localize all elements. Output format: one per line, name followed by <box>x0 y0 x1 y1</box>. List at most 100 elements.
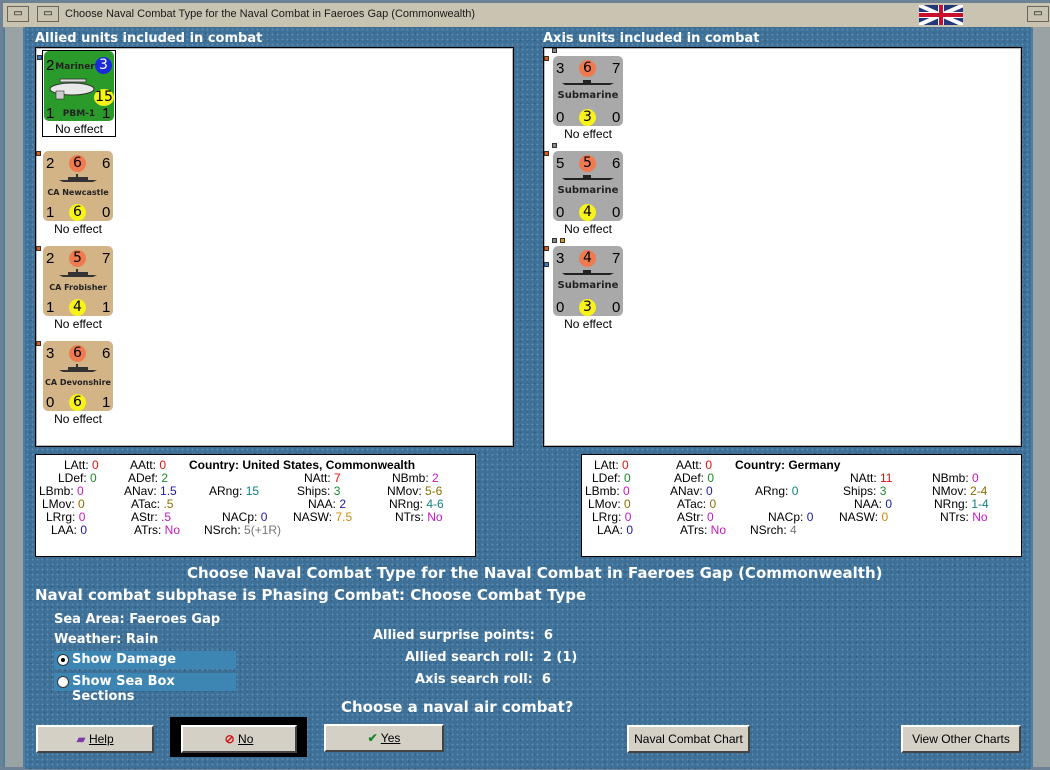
counter-value: 3 <box>556 60 565 77</box>
axis-unit-submarine[interactable]: 3 6 7 Submarine 0 3 0 No effect <box>544 48 624 141</box>
country-label: Country: <box>735 458 785 472</box>
radio-selected-icon[interactable] <box>57 654 69 666</box>
allied-search-label: Allied search roll: <box>405 650 534 665</box>
allied-unit-ca-frobisher[interactable]: 2 5 7 CA Frobisher 1 4 1 No effect <box>36 246 114 331</box>
stat-value: 0 <box>260 510 268 524</box>
counter-name: Submarine <box>557 185 619 196</box>
close-button[interactable]: ▭ <box>1027 6 1049 22</box>
counter-circle: 6 <box>69 345 86 362</box>
counter-value: 5 <box>556 155 565 172</box>
window-title: Choose Naval Combat Type for the Naval C… <box>65 8 476 20</box>
counter-value: 0 <box>612 299 621 316</box>
show-sea-box-option[interactable]: Show Sea Box Sections <box>54 673 236 704</box>
weather-label: Weather: <box>54 632 122 647</box>
counter-name: Submarine <box>557 90 619 101</box>
counter-value: 3 <box>556 250 565 267</box>
unit-marker-icon <box>560 238 565 243</box>
axis-unit-submarine[interactable]: 5 5 6 Submarine 0 4 0 No effect <box>544 143 624 236</box>
combat-subphase: Naval combat subphase is Phasing Combat:… <box>35 586 587 604</box>
allied-unit-mariner[interactable]: 2 Mariner 3 15 1 PBM-1 1 No effect <box>37 50 116 137</box>
stat-value: 0 <box>806 510 814 524</box>
unit-marker-icon <box>552 48 557 53</box>
stat-value: 0 <box>77 484 84 498</box>
counter-value: 0 <box>46 394 55 411</box>
counter-value: 6 <box>612 155 621 172</box>
submarine-icon <box>562 175 614 180</box>
country-label: Country: <box>189 458 239 472</box>
stat-value: 0 <box>80 523 88 537</box>
stat-value: 0 <box>626 523 634 537</box>
counter-value: 7 <box>102 250 111 267</box>
counter-value: 0 <box>556 109 565 126</box>
stat-value: 0 <box>791 484 799 498</box>
counter-value: 3 <box>46 345 55 362</box>
unit-marker-icon <box>544 151 549 156</box>
counter-circle: 6 <box>69 155 86 172</box>
view-other-charts-button[interactable]: View Other Charts <box>901 725 1021 753</box>
unit-marker-icon <box>37 55 42 60</box>
unit-effect: No effect <box>54 222 102 236</box>
weather: Weather: Rain <box>54 632 158 647</box>
counter-value: 7 <box>612 60 621 77</box>
unit-marker-icon <box>552 143 557 148</box>
counter-circle: 4 <box>579 250 596 267</box>
counter-value: 0 <box>612 109 621 126</box>
stat-value: 2 <box>432 471 439 485</box>
counter-circle: 3 <box>579 299 596 316</box>
stat-value: 0 <box>92 458 99 472</box>
stat-value: 0 <box>707 471 715 485</box>
stat-value: 7 <box>334 471 341 485</box>
help-button[interactable]: ▰ Help <box>36 725 154 753</box>
allied-unit-ca-devonshire[interactable]: 3 6 6 CA Devonshire 0 6 1 No effect <box>36 341 114 426</box>
axis-unit-submarine[interactable]: 3 4 7 Submarine 0 3 0 No effect <box>544 238 624 331</box>
country-value: United States, Commonwealth <box>242 458 416 472</box>
stat-value: No <box>164 523 181 537</box>
counter-value: 1 <box>102 299 111 316</box>
uk-flag-icon <box>919 5 963 25</box>
stat-value: No <box>710 523 727 537</box>
stat-value: 2 <box>339 497 347 511</box>
axis-search: Axis search roll: 6 <box>415 672 551 687</box>
unit-counter: 5 5 6 Submarine 0 4 0 <box>553 151 623 221</box>
unit-effect: No effect <box>564 222 612 236</box>
counter-circle: 5 <box>579 155 596 172</box>
counter-circle: 6 <box>69 204 86 221</box>
counter-value: 7 <box>612 250 621 267</box>
allied-unit-ca-newcastle[interactable]: 2 6 6 CA Newcastle 1 6 0 No effect <box>36 151 114 236</box>
stat-value: 0 <box>623 484 630 498</box>
stat-value: 5-6 <box>425 484 443 498</box>
system-menu-button[interactable]: ▭ <box>7 6 29 22</box>
axis-search-label: Axis search roll: <box>415 672 533 687</box>
unit-effect: No effect <box>55 122 103 136</box>
allied-search-value: 2 (1) <box>542 650 578 665</box>
stat-value: 1-4 <box>971 497 989 511</box>
stat-value: 0 <box>622 458 629 472</box>
minimize-button[interactable]: ▭ <box>37 6 59 22</box>
allied-surprise-value: 6 <box>543 628 553 643</box>
show-damage-option[interactable]: Show Damage <box>54 651 236 669</box>
stat-value: 3 <box>879 484 887 498</box>
axis-header: Axis units included in combat <box>543 31 760 46</box>
no-button[interactable]: ⊘ No <box>181 725 297 753</box>
unit-marker-icon <box>36 151 41 156</box>
unit-marker-icon <box>544 262 549 267</box>
stat-value: No <box>972 510 988 524</box>
stat-value: 0 <box>972 471 979 485</box>
stat-value: No <box>427 510 443 524</box>
yes-button[interactable]: ✔ Yes <box>324 724 444 752</box>
counter-name: CA Newcastle <box>47 188 109 197</box>
naval-combat-chart-button[interactable]: Naval Combat Chart <box>627 725 750 753</box>
no-entry-icon: ⊘ <box>224 732 235 746</box>
stat-value: 0 <box>624 510 632 524</box>
counter-value: 6 <box>102 155 111 172</box>
stat-value: 1.5 <box>160 484 177 498</box>
unit-counter: 2 Mariner 3 15 1 PBM-1 1 <box>44 51 114 122</box>
option-label: Show Damage <box>72 652 177 667</box>
counter-name: Submarine <box>557 280 619 291</box>
stat-value: 2 <box>161 471 169 485</box>
unit-marker-icon <box>552 238 557 243</box>
sea-area: Sea Area: Faeroes Gap <box>54 612 220 627</box>
radio-unselected-icon[interactable] <box>57 676 69 688</box>
counter-circle: 3 <box>95 57 112 74</box>
unit-effect: No effect <box>54 317 102 331</box>
